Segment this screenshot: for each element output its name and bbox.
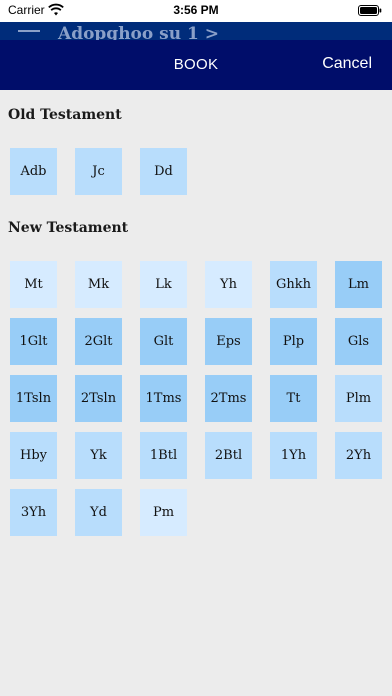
book-button[interactable]: Plm xyxy=(335,375,382,422)
book-button[interactable]: Yd xyxy=(75,489,122,536)
clock: 3:56 PM xyxy=(173,3,219,17)
book-button[interactable]: 2Tms xyxy=(205,375,252,422)
book-picker: Old Testament Adb Jc Dd New Testament Mt Mk… xyxy=(0,90,392,696)
status-bar: Carrier 3:56 PM xyxy=(0,0,392,22)
book-button[interactable]: 3Yh xyxy=(10,489,57,536)
navigation-bar: BOOK Cancel xyxy=(0,40,392,90)
book-button[interactable]: 2Glt xyxy=(75,318,122,365)
cancel-button[interactable]: Cancel xyxy=(322,55,372,73)
book-button[interactable]: Hby xyxy=(10,432,57,479)
battery-icon xyxy=(358,5,382,16)
book-button[interactable]: Eps xyxy=(205,318,252,365)
book-button[interactable]: Mk xyxy=(75,261,122,308)
book-button[interactable]: Plp xyxy=(270,318,317,365)
book-button[interactable]: 2Tsln xyxy=(75,375,122,422)
book-button[interactable]: Dd xyxy=(140,148,187,195)
book-button[interactable]: 1Glt xyxy=(10,318,57,365)
book-button[interactable]: 1Tsln xyxy=(10,375,57,422)
book-button[interactable]: 2Yh xyxy=(335,432,382,479)
book-button[interactable]: Yk xyxy=(75,432,122,479)
menu-icon xyxy=(18,30,40,40)
book-button[interactable]: Lk xyxy=(140,261,187,308)
new-testament-heading: New Testament xyxy=(8,220,129,236)
book-button[interactable]: Yh xyxy=(205,261,252,308)
book-button[interactable]: Gls xyxy=(335,318,382,365)
book-button[interactable]: Adb xyxy=(10,148,57,195)
book-button[interactable]: Lm xyxy=(335,261,382,308)
book-button[interactable]: Mt xyxy=(10,261,57,308)
underlying-screen-edge: Adopghoo su 1 > xyxy=(0,22,392,40)
underlying-title: Adopghoo su 1 > xyxy=(58,24,219,40)
old-testament-heading: Old Testament xyxy=(8,107,122,123)
book-button[interactable]: Ghkh xyxy=(270,261,317,308)
book-button[interactable]: 1Btl xyxy=(140,432,187,479)
new-testament-grid: Mt Mk Lk Yh Ghkh Lm 1Glt 2Glt Glt Eps Plp Gls 1Tsln 2… xyxy=(0,261,392,541)
book-button[interactable]: 2Btl xyxy=(205,432,252,479)
book-button[interactable]: Tt xyxy=(270,375,317,422)
book-button[interactable]: Glt xyxy=(140,318,187,365)
book-button[interactable]: Pm xyxy=(140,489,187,536)
book-button[interactable]: 1Yh xyxy=(270,432,317,479)
book-button[interactable]: Jc xyxy=(75,148,122,195)
book-button[interactable]: 1Tms xyxy=(140,375,187,422)
